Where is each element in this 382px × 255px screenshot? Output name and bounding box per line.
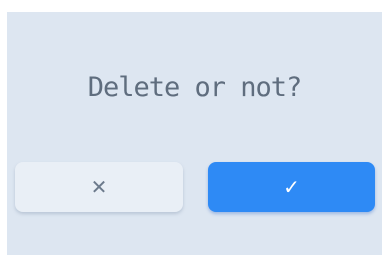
confirm-button[interactable]: ✓ <box>208 162 375 212</box>
confirm-dialog: Delete or not? ✕ ✓ <box>7 12 382 255</box>
close-icon: ✕ <box>90 175 108 199</box>
cancel-button[interactable]: ✕ <box>15 162 183 212</box>
check-icon: ✓ <box>283 175 300 199</box>
dialog-question: Delete or not? <box>87 72 303 103</box>
